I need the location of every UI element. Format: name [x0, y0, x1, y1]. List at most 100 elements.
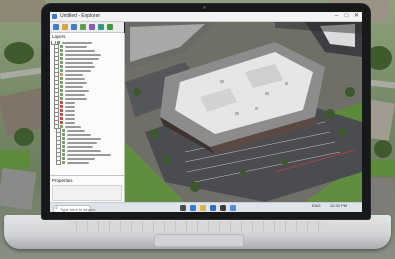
layer-tree-item[interactable] — [51, 108, 123, 114]
layer-tree-item[interactable] — [51, 156, 123, 162]
refresh-icon[interactable] — [98, 24, 104, 30]
layer-tree-item[interactable] — [51, 68, 123, 74]
layer-tree-item[interactable] — [51, 132, 123, 138]
layer-label — [64, 49, 95, 52]
maximize-button[interactable]: □ — [342, 13, 351, 20]
layer-tree-item[interactable] — [51, 100, 123, 106]
layer-tree-item[interactable] — [51, 88, 123, 94]
layer-label — [64, 97, 87, 100]
layer-tree-item[interactable] — [51, 60, 123, 66]
layer-visibility-checkbox[interactable] — [56, 160, 61, 166]
layer-label — [66, 137, 101, 140]
layer-tree-item[interactable] — [51, 48, 123, 54]
language-indicator[interactable]: ENG — [312, 204, 321, 208]
layer-tree-item[interactable] — [51, 124, 123, 130]
layer-icon — [60, 81, 63, 85]
layer-label — [64, 113, 75, 116]
browser-icon[interactable] — [190, 205, 196, 211]
store-icon[interactable] — [220, 205, 226, 211]
layer-label — [64, 65, 95, 68]
layer-icon — [60, 85, 63, 89]
close-button[interactable]: ✕ — [352, 13, 361, 20]
layer-tree-item[interactable] — [51, 56, 123, 62]
layer-icon — [60, 121, 63, 125]
layer-tree-item[interactable] — [51, 41, 123, 46]
layer-icon — [62, 133, 65, 137]
layer-icon — [62, 161, 65, 165]
keyboard — [66, 221, 329, 231]
layer-tree — [51, 41, 123, 169]
layer-label — [66, 129, 85, 132]
minimize-button[interactable]: – — [332, 13, 341, 20]
layer-icon — [60, 113, 63, 117]
settings-icon[interactable] — [89, 24, 95, 30]
aerial-3d-model — [125, 22, 362, 202]
panel-splitter[interactable] — [50, 175, 124, 176]
layer-icon — [62, 145, 65, 149]
layer-label — [66, 133, 91, 136]
layer-icon — [60, 61, 63, 65]
panel-header: Layers — [52, 34, 66, 39]
layer-label — [66, 153, 111, 156]
layer-icon — [60, 117, 63, 121]
layer-tree-item[interactable] — [51, 92, 123, 98]
layers-panel: Layers Properties — [50, 33, 125, 202]
open-icon[interactable] — [62, 24, 68, 30]
layer-tree-item[interactable] — [51, 84, 123, 90]
layer-icon — [60, 73, 63, 77]
layer-label — [64, 121, 75, 124]
layer-tree-item[interactable] — [51, 44, 123, 50]
layer-tree-item[interactable] — [51, 52, 123, 58]
app-icon[interactable] — [230, 205, 236, 211]
layer-tree-item[interactable] — [51, 152, 123, 158]
layer-icon — [60, 57, 63, 61]
properties-box — [52, 185, 122, 201]
layer-tree-item[interactable] — [51, 112, 123, 118]
layer-label — [66, 141, 97, 144]
layer-label — [64, 77, 85, 80]
layer-label — [64, 57, 99, 60]
layer-label — [64, 109, 75, 112]
window-title-bar: Untitled - Explorer – □ ✕ — [50, 12, 362, 22]
layer-label — [66, 161, 89, 164]
layer-tree-item[interactable] — [51, 144, 123, 150]
layer-icon[interactable] — [80, 24, 86, 30]
layer-icon — [60, 77, 63, 81]
mail-icon[interactable] — [210, 205, 216, 211]
layer-tree-item[interactable] — [51, 148, 123, 154]
layer-tree-item[interactable] — [51, 64, 123, 70]
layer-label — [64, 45, 87, 48]
layer-icon — [62, 137, 65, 141]
layer-tree-item[interactable] — [51, 128, 123, 134]
layer-tree-item[interactable] — [51, 120, 123, 126]
taskbar-search-input[interactable]: ⌕ Type here to search — [53, 205, 95, 212]
layer-icon — [60, 45, 63, 49]
layer-tree-item[interactable] — [51, 72, 123, 78]
layer-tree-item[interactable] — [51, 160, 123, 166]
layer-tree-item[interactable] — [51, 136, 123, 142]
layer-label — [61, 41, 92, 44]
new-icon[interactable] — [53, 24, 59, 30]
layer-tree-item[interactable] — [51, 116, 123, 122]
layer-label — [64, 101, 75, 104]
layer-icon — [62, 149, 65, 153]
clock[interactable]: 12:30 PM — [330, 204, 347, 208]
webcam-icon — [203, 6, 206, 9]
layer-icon — [60, 101, 63, 105]
layer-tree-item[interactable] — [51, 140, 123, 146]
play-icon[interactable] — [107, 24, 113, 30]
layer-label — [64, 81, 87, 84]
layer-tree-item[interactable] — [51, 104, 123, 110]
layer-icon — [60, 105, 63, 109]
window-title: Untitled - Explorer — [60, 13, 101, 19]
search-icon: ⌕ — [55, 205, 58, 211]
layer-tree-item[interactable] — [51, 80, 123, 86]
file-explorer-icon[interactable] — [200, 205, 206, 211]
layer-tree-item[interactable] — [51, 76, 123, 82]
layer-tree-item[interactable] — [51, 96, 123, 102]
3d-viewport[interactable] — [125, 22, 362, 202]
layer-label — [64, 89, 89, 92]
layer-label — [66, 157, 95, 160]
task-view-icon[interactable] — [180, 205, 186, 211]
save-icon[interactable] — [71, 24, 77, 30]
